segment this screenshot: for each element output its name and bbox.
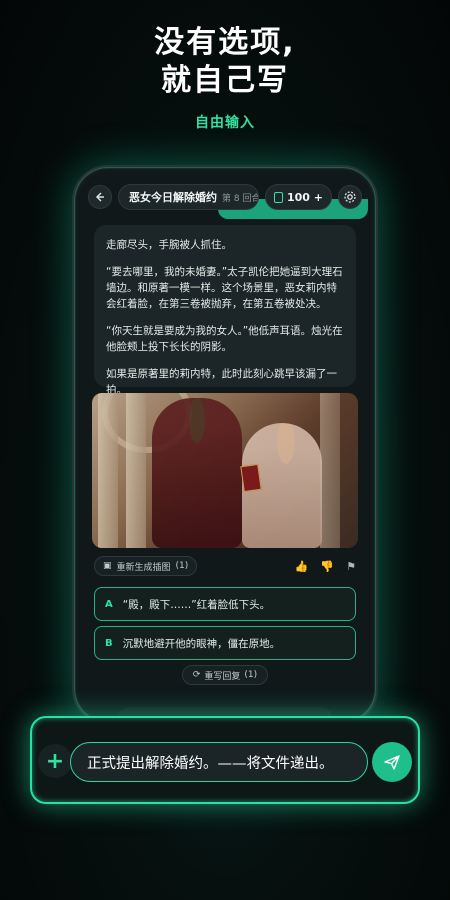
composer-panel: + 正式提出解除婚约。——将文件递出。: [30, 716, 420, 804]
scene-pillar: [126, 393, 146, 548]
message-input[interactable]: 正式提出解除婚约。——将文件递出。: [70, 742, 368, 782]
option-text: “殿，殿下……”红着脸低下头。: [122, 598, 271, 611]
chat-title: 恶女今日解除婚约: [129, 191, 217, 204]
settings-gear-icon[interactable]: [338, 185, 362, 209]
round-counter: 第 8 回合: [222, 193, 259, 204]
chat-header: 恶女今日解除婚约 第 8 回合 100 +: [88, 183, 362, 211]
story-paragraph: “你天生就是要成为我的女人。”他低声耳语。烛光在他脸颊上投下长长的阴影。: [106, 325, 343, 353]
thumbs-down-icon[interactable]: 👎: [320, 560, 334, 573]
phone-screen: 恶女今日解除婚约 第 8 回合 100 + 走廊尽头，手腕被人抓住。 “要去哪里…: [78, 171, 372, 719]
choice-option-b[interactable]: B 沉默地避开他的眼神，僵在原地。: [94, 626, 356, 660]
scene-pillar: [320, 393, 340, 548]
option-key: B: [105, 637, 113, 649]
send-icon[interactable]: [372, 742, 412, 782]
option-key: A: [105, 598, 113, 610]
illustration-actions: ▣ 重新生成插图 (1) 👍 👎 ⚑: [94, 555, 356, 577]
phone-frame: 恶女今日解除婚约 第 8 回合 100 + 走廊尽头，手腕被人抓住。 “要去哪里…: [72, 165, 378, 725]
rewrite-label: 重写回复: [204, 671, 241, 682]
promo-headline: 没有选项, 就自己写: [0, 24, 450, 100]
message-input-value: 正式提出解除婚约。——将文件递出。: [87, 755, 334, 772]
regenerate-image-label: 重新生成插图: [116, 562, 171, 573]
headline-line-1: 没有选项,: [154, 25, 296, 60]
credits-value: 100 +: [286, 190, 323, 204]
chat-title-pill[interactable]: 恶女今日解除婚约 第 8 回合: [118, 184, 259, 210]
scene-pillar: [98, 393, 118, 548]
thumbs-up-icon[interactable]: 👍: [295, 560, 309, 573]
scene-prince-figure: [152, 398, 242, 548]
promo-subhead: 自由输入: [195, 115, 255, 131]
regenerate-image-count: (1): [175, 561, 189, 571]
rewrite-reply-button[interactable]: ⟳ 重写回复 (1): [181, 665, 269, 685]
story-paragraph: “要去哪里，我的未婚妻。”太子凯伦把她逼到大理石墙边。和原著一模一样。这个场景里…: [106, 266, 343, 310]
credits-button[interactable]: 100 +: [264, 184, 332, 210]
story-message: 走廊尽头，手腕被人抓住。 “要去哪里，我的未婚妻。”太子凯伦把她逼到大理石墙边。…: [94, 225, 356, 396]
regenerate-image-button[interactable]: ▣ 重新生成插图 (1): [94, 556, 198, 576]
rewrite-count: (1): [244, 670, 258, 680]
image-icon: ▣: [103, 561, 112, 571]
scene-sealed-letter: [240, 463, 262, 493]
story-paragraph: 走廊尽头，手腕被人抓住。: [106, 239, 232, 251]
back-arrow-icon[interactable]: [88, 185, 112, 209]
headline-line-2: 就自己写: [161, 63, 289, 98]
choice-option-a[interactable]: A “殿，殿下……”红着脸低下头。: [94, 587, 356, 621]
story-illustration[interactable]: [92, 393, 358, 548]
add-plus-icon[interactable]: +: [38, 744, 72, 778]
refresh-icon: ⟳: [192, 670, 201, 680]
option-text: 沉默地避开他的眼神，僵在原地。: [122, 637, 281, 650]
document-icon: [273, 191, 283, 203]
rewrite-row: ⟳ 重写回复 (1): [78, 665, 372, 685]
flag-icon[interactable]: ⚑: [346, 560, 356, 573]
